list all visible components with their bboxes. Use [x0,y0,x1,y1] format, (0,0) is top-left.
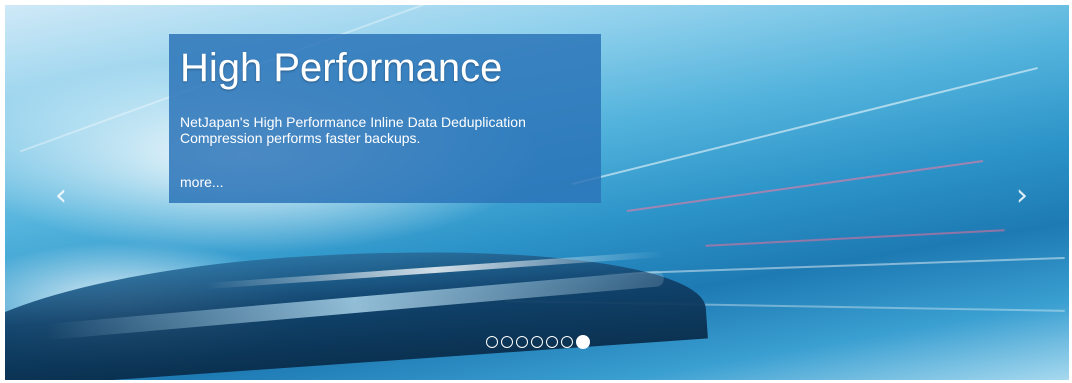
chevron-right-icon[interactable]: › [1010,181,1034,211]
pagination-dot[interactable] [501,336,513,348]
pagination-dot[interactable] [516,336,528,348]
pagination-dot[interactable] [486,336,498,348]
pagination-dot[interactable] [576,335,590,349]
slide-pagination [486,335,590,350]
more-link[interactable]: more... [180,174,224,190]
slide-title: High Performance [180,46,503,90]
slide-description: NetJapan's High Performance Inline Data … [180,114,526,146]
pagination-dot[interactable] [531,336,543,348]
hero-slider: High Performance NetJapan's High Perform… [5,5,1069,380]
chevron-left-icon[interactable]: ‹ [49,181,73,211]
pagination-dot[interactable] [561,336,573,348]
slide-caption: High Performance NetJapan's High Perform… [169,34,601,203]
pagination-dot[interactable] [546,336,558,348]
